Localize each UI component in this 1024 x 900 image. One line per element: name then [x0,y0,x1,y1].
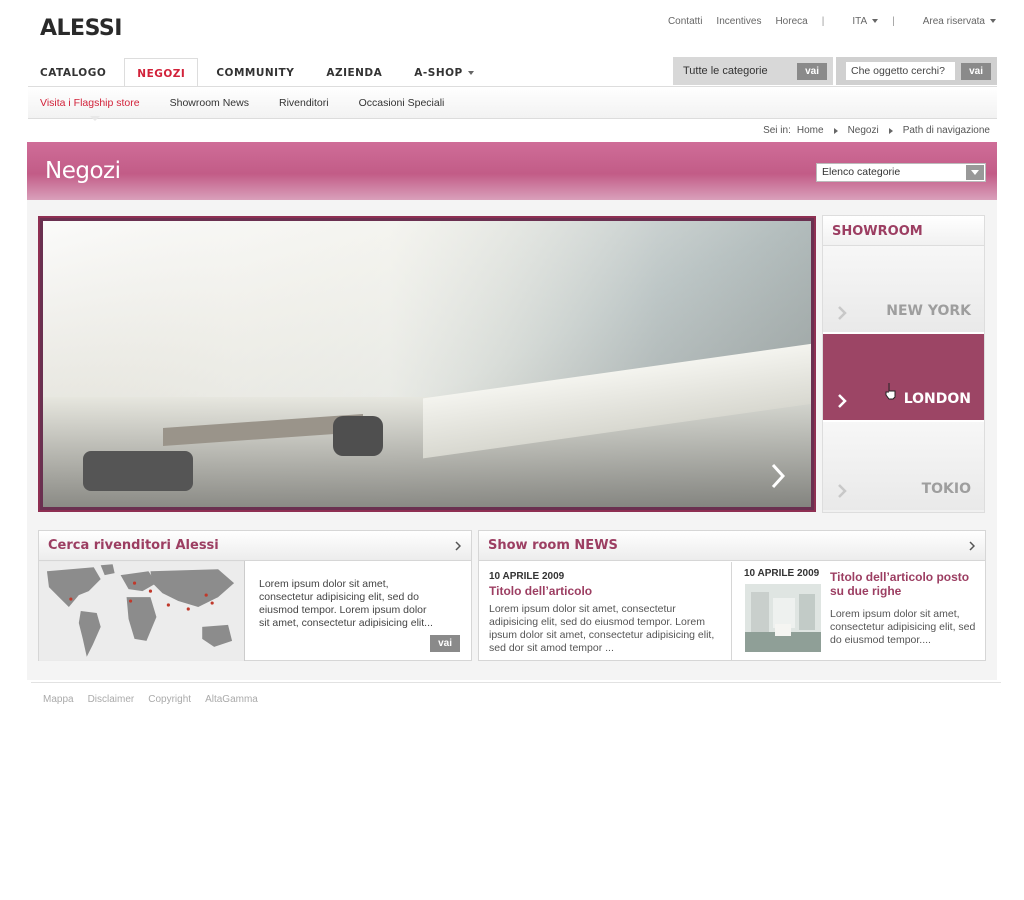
alessi-logo[interactable]: ALESSI [40,16,122,41]
chevron-right-icon [838,484,847,498]
subnav-rivenditori[interactable]: Rivenditori [279,97,329,109]
dealer-search-title: Cerca rivenditori Alessi [48,538,219,553]
area-riservata-menu[interactable]: Area riservata [909,16,996,27]
product-search-button[interactable]: vai [961,62,991,80]
top-links: Contatti Incentives Horeca | ITA | Area … [654,16,996,27]
showroom-london[interactable]: LONDON [823,334,984,422]
page-banner: Negozi Elenco categorie [27,142,997,200]
chevron-right-icon [833,127,838,134]
area-riservata-label: Area riservata [922,16,985,27]
news-date: 10 APRILE 2009 [744,568,820,579]
subnav-flagship[interactable]: Visita i Flagship store [40,97,140,109]
news-title-link[interactable]: Titolo dell’articolo [489,584,721,598]
chevron-right-icon [888,127,893,134]
language-selector[interactable]: ITA [838,16,879,27]
divider [731,562,732,661]
link-contatti[interactable]: Contatti [668,16,702,27]
news-item: Titolo dell’articolo posto su due righe … [830,568,986,647]
category-dropdown[interactable]: Elenco categorie [816,163,986,182]
news-body: Lorem ipsum dolor sit amet, consectetur … [489,603,715,654]
footer-links: Mappa Disclaimer Copyright AltaGamma [43,694,272,705]
category-search: Tutte le categorie vai [673,57,833,85]
store-thumbnail-image [745,584,821,652]
city-name: TOKIO [921,481,971,497]
showroom-tokio[interactable]: TOKIO [823,422,984,510]
sub-nav: Visita i Flagship store Showroom News Ri… [28,87,997,119]
dealer-search-text: Lorem ipsum dolor sit amet, consectetur … [259,578,433,629]
dealer-search-button[interactable]: vai [430,635,460,652]
showroom-new-york[interactable]: NEW YORK [823,246,984,334]
chevron-right-icon [969,541,975,551]
breadcrumb-negozi[interactable]: Negozi [848,125,879,136]
language-label: ITA [852,16,868,27]
breadcrumb-current: Path di navigazione [902,125,990,136]
search-input[interactable]: Che oggetto cerchi? [846,62,956,80]
chevron-down-icon [966,165,984,180]
city-name: NEW YORK [886,303,971,319]
news-date: 10 APRILE 2009 [489,571,565,582]
dealer-search-header[interactable]: Cerca rivenditori Alessi [39,531,471,561]
nav-a-shop[interactable]: A-SHOP [402,58,485,87]
photo-seat [333,416,383,456]
link-horeca[interactable]: Horeca [775,16,807,27]
link-incentives[interactable]: Incentives [716,16,761,27]
showroom-panel: SHOWROOM NEW YORK LONDON TOKIO [822,215,985,513]
nav-a-shop-label: A-SHOP [414,67,463,79]
showroom-news-panel: Show room NEWS 10 APRILE 2009 Titolo del… [478,530,986,661]
news-item: 10 APRILE 2009 Titolo dell’articolo Lore… [489,571,721,655]
showroom-news-header[interactable]: Show room NEWS [479,531,985,561]
store-photo [43,221,811,507]
footer-altagamma[interactable]: AltaGamma [205,694,258,705]
chevron-down-icon [467,71,474,75]
chevron-right-icon [838,306,847,320]
news-thumbnail[interactable] [745,584,821,652]
hero-slideshow [38,216,816,512]
category-select[interactable]: Tutte le categorie [683,65,797,77]
nav-catalogo[interactable]: CATALOGO [28,58,118,87]
breadcrumb-home[interactable]: Home [797,125,824,136]
world-map[interactable] [39,561,245,661]
news-title-link[interactable]: Titolo dell’articolo posto su due righe [830,570,986,598]
breadcrumb: Sei in: Home Negozi Path di navigazione [763,125,990,136]
footer-mappa[interactable]: Mappa [43,694,74,705]
footer-divider [31,682,1001,683]
photo-seat [83,451,193,491]
nav-community[interactable]: COMMUNITY [204,58,306,87]
category-search-button[interactable]: vai [797,62,827,80]
news-body: Lorem ipsum dolor sit amet, consectetur … [830,608,976,646]
dealer-search-panel: Cerca rivenditori Alessi Lorem ipsum dol… [38,530,472,661]
category-dropdown-value: Elenco categorie [822,166,901,178]
showroom-news-title: Show room NEWS [488,538,618,553]
footer-copyright[interactable]: Copyright [148,694,191,705]
active-indicator [90,116,100,121]
next-arrow-icon[interactable] [771,463,785,489]
footer-disclaimer[interactable]: Disclaimer [88,694,135,705]
chevron-down-icon [990,19,996,24]
page-title: Negozi [45,158,121,184]
separator: | [821,16,825,27]
city-name: LONDON [903,391,971,407]
separator: | [892,16,895,27]
subnav-showroom-news[interactable]: Showroom News [170,97,249,109]
main-nav: CATALOGO NEGOZI COMMUNITY AZIENDA A-SHOP [28,58,486,88]
breadcrumb-prefix: Sei in: [763,125,791,136]
chevron-right-icon [455,541,461,551]
nav-azienda[interactable]: AZIENDA [314,58,394,87]
chevron-right-icon [838,394,847,408]
hand-cursor-icon [885,383,896,400]
nav-negozi[interactable]: NEGOZI [124,58,199,88]
showroom-title: SHOWROOM [823,216,984,246]
chevron-down-icon [872,19,879,24]
product-search: Che oggetto cerchi? vai [836,57,997,85]
subnav-occasioni[interactable]: Occasioni Speciali [359,97,445,109]
